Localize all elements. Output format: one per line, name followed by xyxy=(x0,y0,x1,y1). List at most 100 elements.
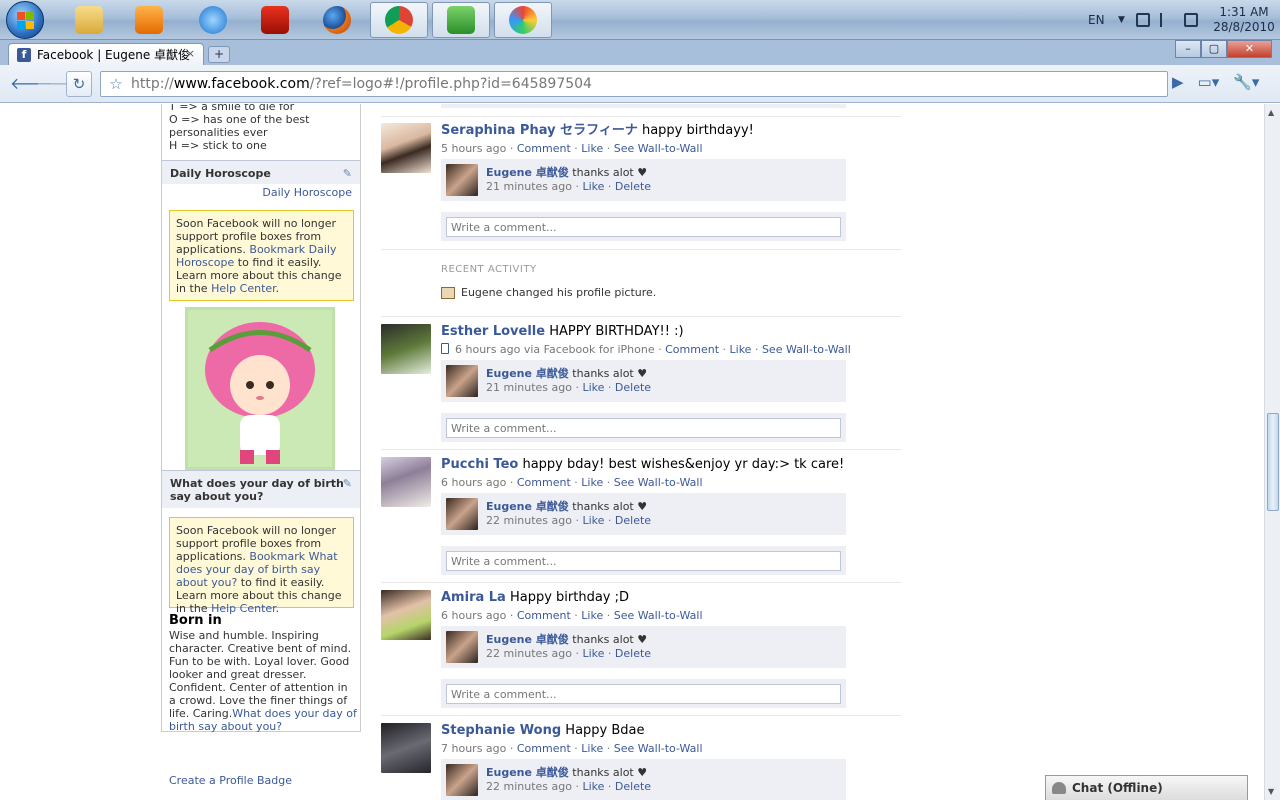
avatar[interactable] xyxy=(381,324,431,374)
media-player-taskbar-button[interactable] xyxy=(120,2,178,38)
avatar[interactable] xyxy=(381,123,431,173)
create-profile-badge-link[interactable]: Create a Profile Badge xyxy=(169,774,292,787)
chat-label: Chat (Offline) xyxy=(1072,781,1163,795)
adobe-reader-taskbar-button[interactable] xyxy=(246,2,304,38)
comment-link[interactable]: Comment xyxy=(665,343,719,356)
post-time: 6 hours ago via Facebook for iPhone xyxy=(455,343,655,356)
avatar[interactable] xyxy=(381,590,431,640)
wall-to-wall-link[interactable]: See Wall-to-Wall xyxy=(762,343,851,356)
like-link[interactable]: Like xyxy=(581,476,603,489)
author-name[interactable]: Amira La xyxy=(441,590,506,605)
wrench-menu-icon[interactable]: 🔧▾ xyxy=(1233,73,1259,91)
comment-box: Write a comment... xyxy=(441,678,846,708)
start-button[interactable] xyxy=(6,1,44,39)
avatar[interactable] xyxy=(446,164,478,196)
tab-close-icon[interactable]: × xyxy=(186,47,195,60)
separator: · xyxy=(571,780,583,793)
comment-input[interactable]: Write a comment... xyxy=(446,684,841,704)
delete-link[interactable]: Delete xyxy=(615,381,651,394)
media-player-icon xyxy=(135,6,163,34)
reply-author[interactable]: Eugene 卓猷俊 xyxy=(486,166,569,179)
bookmark-star-icon[interactable]: ☆ xyxy=(101,75,131,93)
paint-icon xyxy=(509,6,537,34)
clock[interactable]: 1:31 AM 28/8/2010 xyxy=(1208,5,1280,35)
post-text: Stephanie Wong Happy Bdae xyxy=(441,723,645,739)
separator: · xyxy=(506,742,517,755)
profile-picture-icon xyxy=(441,286,455,299)
wall-to-wall-link[interactable]: See Wall-to-Wall xyxy=(614,609,703,622)
avatar[interactable] xyxy=(381,723,431,773)
comment-link[interactable]: Comment xyxy=(517,609,571,622)
author-name[interactable]: Esther Lovelle xyxy=(441,324,545,339)
delete-link[interactable]: Delete xyxy=(615,647,651,660)
battery-icon[interactable] xyxy=(1136,13,1150,27)
edit-pencil-icon[interactable]: ✎ xyxy=(343,477,352,490)
comment-input[interactable]: Write a comment... xyxy=(446,217,841,237)
delete-link[interactable]: Delete xyxy=(615,780,651,793)
scroll-down-arrow-icon[interactable]: ▼ xyxy=(1268,787,1274,796)
ie-taskbar-button[interactable] xyxy=(184,2,242,38)
wall-to-wall-link[interactable]: See Wall-to-Wall xyxy=(614,742,703,755)
edit-pencil-icon[interactable]: ✎ xyxy=(343,167,352,180)
comment-link[interactable]: Comment xyxy=(517,742,571,755)
tray-expand-icon[interactable]: ▼ xyxy=(1118,15,1136,25)
like-link[interactable]: Like xyxy=(582,180,604,193)
new-tab-button[interactable]: + xyxy=(208,46,230,63)
avatar[interactable] xyxy=(446,631,478,663)
go-arrow-icon[interactable]: ▶ xyxy=(1172,73,1184,91)
chrome-taskbar-button[interactable] xyxy=(370,2,428,38)
messenger-taskbar-button[interactable] xyxy=(432,2,490,38)
wall-to-wall-link[interactable]: See Wall-to-Wall xyxy=(614,476,703,489)
wall-to-wall-link[interactable]: See Wall-to-Wall xyxy=(614,142,703,155)
tab-strip: f Facebook | Eugene 卓猷俊 × + – ▢ ✕ xyxy=(0,40,1280,65)
reply-author[interactable]: Eugene 卓猷俊 xyxy=(486,766,569,779)
wall-post: Pucchi Teo happy bday! best wishes&enjoy… xyxy=(381,449,901,575)
like-link[interactable]: Like xyxy=(582,780,604,793)
avatar[interactable] xyxy=(446,365,478,397)
like-link[interactable]: Like xyxy=(730,343,752,356)
like-link[interactable]: Like xyxy=(581,142,603,155)
like-link[interactable]: Like xyxy=(582,381,604,394)
avatar[interactable] xyxy=(381,457,431,507)
reply-author[interactable]: Eugene 卓猷俊 xyxy=(486,500,569,513)
comment-input[interactable]: Write a comment... xyxy=(446,418,841,438)
language-indicator[interactable]: EN xyxy=(1088,13,1118,27)
page-menu-icon[interactable]: ▭▾ xyxy=(1198,73,1220,91)
avatar[interactable] xyxy=(446,498,478,530)
address-bar[interactable]: ☆ http://www.facebook.com/?ref=logo#!/pr… xyxy=(100,71,1168,97)
born-in-title: Born in xyxy=(169,613,222,628)
comment-box: Write a comment... xyxy=(441,211,846,241)
daily-horoscope-link[interactable]: Daily Horoscope xyxy=(262,186,352,199)
window-controls: – ▢ ✕ xyxy=(1175,40,1272,58)
delete-link[interactable]: Delete xyxy=(615,514,651,527)
like-link[interactable]: Like xyxy=(581,742,603,755)
tab-facebook[interactable]: f Facebook | Eugene 卓猷俊 × xyxy=(8,43,204,65)
close-window-button[interactable]: ✕ xyxy=(1227,40,1272,58)
chat-bar[interactable]: Chat (Offline) xyxy=(1045,775,1248,800)
like-link[interactable]: Like xyxy=(582,647,604,660)
minimize-button[interactable]: – xyxy=(1175,40,1201,58)
reply-author[interactable]: Eugene 卓猷俊 xyxy=(486,633,569,646)
help-center-link[interactable]: Help Center xyxy=(211,282,276,295)
like-link[interactable]: Like xyxy=(581,609,603,622)
comment-link[interactable]: Comment xyxy=(517,476,571,489)
scroll-up-arrow-icon[interactable]: ▲ xyxy=(1268,108,1274,117)
like-link[interactable]: Like xyxy=(582,514,604,527)
scrollbar-thumb[interactable] xyxy=(1267,413,1279,511)
action-center-flag-icon[interactable] xyxy=(1160,13,1174,27)
comment-input[interactable]: Write a comment... xyxy=(446,551,841,571)
author-name[interactable]: Stephanie Wong xyxy=(441,723,561,738)
network-icon[interactable] xyxy=(1184,13,1198,27)
reply-author[interactable]: Eugene 卓猷俊 xyxy=(486,367,569,380)
author-name[interactable]: Seraphina Phay セラフィーナ xyxy=(441,123,638,138)
paint-taskbar-button[interactable] xyxy=(494,2,552,38)
delete-link[interactable]: Delete xyxy=(615,180,651,193)
maximize-button[interactable]: ▢ xyxy=(1201,40,1227,58)
reload-icon[interactable]: ↻ xyxy=(66,71,92,97)
author-name[interactable]: Pucchi Teo xyxy=(441,457,518,472)
firefox-taskbar-button[interactable] xyxy=(308,2,366,38)
avatar[interactable] xyxy=(446,764,478,796)
page-scrollbar[interactable]: ▲ ▼ xyxy=(1264,104,1280,800)
explorer-taskbar-button[interactable] xyxy=(60,2,118,38)
comment-link[interactable]: Comment xyxy=(517,142,571,155)
